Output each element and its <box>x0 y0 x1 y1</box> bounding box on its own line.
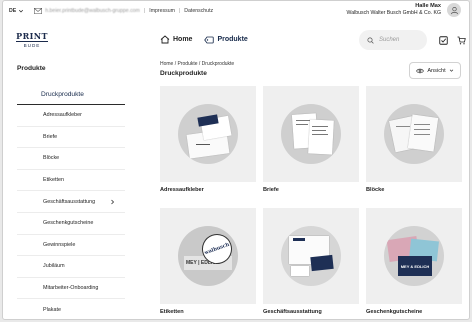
sidebar-item-adressaufkleber[interactable]: Adressaufkleber <box>17 105 125 127</box>
product-photo <box>281 104 341 164</box>
language-switcher[interactable]: DE <box>9 8 24 14</box>
sidebar-heading[interactable]: Produkte <box>17 65 125 79</box>
product-image <box>366 86 462 182</box>
product-photo <box>281 226 341 286</box>
sidebar-list: Adressaufkleber Briefe Blöcke Etiketten … <box>17 105 125 319</box>
divider: | <box>178 8 181 14</box>
avatar[interactable] <box>447 3 461 17</box>
nav-products-label: Produkte <box>217 36 248 43</box>
product-label: Geschenkgutscheine <box>366 309 423 315</box>
logo-rule <box>16 41 48 42</box>
sidebar-item-label: Plakate <box>43 306 61 313</box>
email-address: h.beier.printbude@walbusch-gruppe.com <box>45 8 140 14</box>
view-toggle-button[interactable]: Ansicht <box>409 62 461 79</box>
voucher-text: MEY & EDLICH <box>400 263 430 269</box>
product-label: Geschäftsausstattung <box>263 309 322 315</box>
checklist-button[interactable] <box>438 35 448 45</box>
sidebar-item-label: Mitarbeiter-Onboarding <box>43 285 99 292</box>
sidebar-item-jubilaeum[interactable]: Jubiläum <box>17 256 125 278</box>
product-card-briefe[interactable]: Briefe <box>263 86 359 202</box>
sidebar-item-gewinnspiele[interactable]: Gewinnspiele <box>17 235 125 257</box>
product-photo: MEY & EDLICH <box>384 226 444 286</box>
sidebar-item-label: Blöcke <box>43 155 60 162</box>
printbude-logo[interactable]: PRINT BUDE <box>13 32 51 48</box>
breadcrumb[interactable]: Home / Produkte / Druckprodukte <box>160 61 234 67</box>
cart-button[interactable] <box>456 35 466 45</box>
sidebar-item-plakate[interactable]: Plakate <box>17 299 125 319</box>
cart-icon <box>457 36 466 44</box>
product-image: MEY | EDLICH walbusch <box>160 208 256 304</box>
user-menu[interactable]: Halle Max Walbusch Walter Busch GmbH & C… <box>347 3 461 17</box>
product-photo <box>384 104 444 164</box>
logo-wordmark: PRINT <box>16 31 48 41</box>
home-icon <box>160 35 170 44</box>
nav-products[interactable]: Produkte <box>204 36 248 44</box>
sidebar-item-label: Geschenkgutscheine <box>43 220 94 227</box>
mail-icon <box>34 8 43 14</box>
product-label: Etiketten <box>160 309 184 315</box>
product-card-etiketten[interactable]: MEY | EDLICH walbusch Etiketten <box>160 208 256 319</box>
search-icon <box>367 36 374 44</box>
product-image <box>160 86 256 182</box>
sidebar-item-druckprodukte[interactable]: Druckprodukte <box>17 85 125 105</box>
nav-home-label: Home <box>173 36 193 43</box>
sidebar: Produkte Druckprodukte Adressaufkleber B… <box>17 65 125 319</box>
impressum-link[interactable]: Impressum <box>149 8 175 14</box>
app-window: DE h.beier.printbude@walbusch-gruppe.com… <box>2 0 470 320</box>
sidebar-item-label: Briefe <box>43 133 58 140</box>
product-label: Briefe <box>263 187 279 193</box>
nav-home[interactable]: Home <box>160 35 192 44</box>
user-company: Walbusch Walter Busch GmbH & Co. KG <box>346 10 441 16</box>
divider: | <box>143 8 146 14</box>
sidebar-item-etiketten[interactable]: Etiketten <box>17 170 125 192</box>
view-toggle-label: Ansicht <box>427 67 446 74</box>
sidebar-item-mitarbeiter-onboarding[interactable]: Mitarbeiter-Onboarding <box>17 278 125 300</box>
search-placeholder: Suchen <box>379 37 400 43</box>
sidebar-item-briefe[interactable]: Briefe <box>17 127 125 149</box>
product-photo <box>178 104 238 164</box>
product-label: Adressaufkleber <box>160 187 204 193</box>
product-card-bloecke[interactable]: Blöcke <box>366 86 462 202</box>
user-name: Halle Max <box>415 3 441 9</box>
sidebar-item-bloecke[interactable]: Blöcke <box>17 148 125 170</box>
main-navigation: Home Produkte <box>160 35 248 44</box>
chevron-down-icon <box>19 9 24 13</box>
search-field[interactable]: Suchen <box>359 30 427 50</box>
product-card-geschaeftsausstattung[interactable]: Geschäftsausstattung <box>263 208 359 319</box>
sidebar-item-label: Adressaufkleber <box>43 112 82 119</box>
sidebar-item-label: Etiketten <box>43 177 64 184</box>
product-photo: MEY | EDLICH walbusch <box>178 226 238 286</box>
chevron-down-icon <box>449 69 453 72</box>
sidebar-item-label: Gewinnspiele <box>43 241 76 248</box>
sidebar-item-label: Jubiläum <box>43 263 65 270</box>
checkbox-icon <box>438 35 448 45</box>
product-grid: Adressaufkleber Briefe Blöcke MEY | EDLI… <box>160 86 462 319</box>
user-info: Halle Max Walbusch Walter Busch GmbH & C… <box>347 3 441 17</box>
sidebar-item-label: Geschäftsausstattung <box>43 198 96 205</box>
product-card-adressaufkleber[interactable]: Adressaufkleber <box>160 86 256 202</box>
brand-mark: walbusch <box>203 241 231 257</box>
tag-icon <box>204 36 215 43</box>
product-image <box>263 208 359 304</box>
product-label: Blöcke <box>366 187 385 193</box>
datenschutz-link[interactable]: Datenschutz <box>184 8 213 14</box>
sidebar-item-geschenkgutscheine[interactable]: Geschenkgutscheine <box>17 213 125 235</box>
logo-subword: BUDE <box>23 43 41 48</box>
eye-icon <box>416 68 425 73</box>
chevron-right-icon <box>111 199 115 204</box>
product-image: MEY & EDLICH <box>366 208 462 304</box>
sidebar-item-geschaeftsausstattung[interactable]: Geschäftsausstattung <box>17 191 125 213</box>
user-icon <box>450 6 458 14</box>
product-card-geschenkgutscheine[interactable]: MEY & EDLICH Geschenkgutscheine <box>366 208 462 319</box>
language-label: DE <box>9 8 17 14</box>
product-image <box>263 86 359 182</box>
page-title: Druckprodukte <box>160 70 207 77</box>
